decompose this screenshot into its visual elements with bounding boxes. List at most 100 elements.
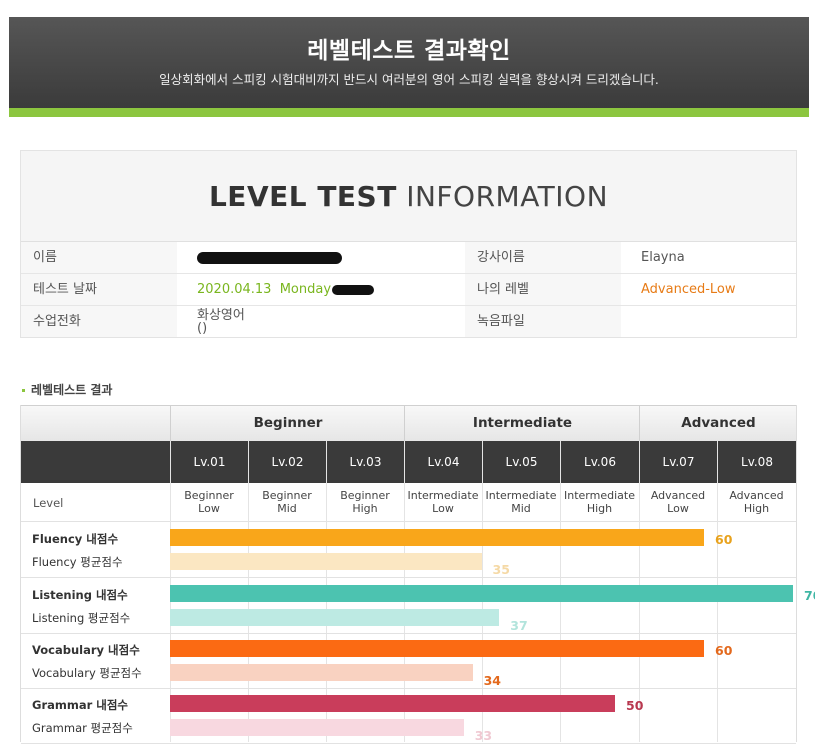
page-subtitle: 일상회화에서 스피킹 시험대비까지 반드시 여러분의 영어 스피킹 실력을 향상… [159, 72, 659, 87]
level-desc-line: Intermediate [485, 489, 557, 502]
level-desc-line: Intermediate [564, 489, 635, 502]
level-header-row: Lv.01 Lv.02 Lv.03 Lv.04 Lv.05 Lv.06 Lv.07 Lv.08 [21, 441, 796, 483]
average-score-bar [170, 664, 473, 681]
date-text: 2020.04.13 Monday [197, 282, 332, 297]
group-header-row: Beginner Intermediate Advanced [21, 405, 796, 442]
bullet-icon [22, 389, 25, 392]
level-header-8: Lv.08 [717, 441, 796, 483]
phone-value-line1: 화상영어 [197, 308, 245, 323]
my-score-label: Listening 내점수 [32, 588, 128, 602]
level-desc-3: Beginner High [326, 489, 404, 515]
average-score-label: Fluency 평균점수 [32, 555, 123, 569]
average-score-value: 33 [474, 728, 493, 743]
accent-bar [9, 108, 809, 117]
level-desc-line: Beginner [262, 489, 312, 502]
info-row-phone: 수업전화 화상영어 () 녹음파일 [21, 306, 796, 337]
level-desc-line: Beginner [184, 489, 234, 502]
level-desc-line: Advanced [650, 489, 706, 502]
average-score-label: Grammar 평균점수 [32, 721, 133, 735]
level-desc-line: Low [198, 502, 220, 515]
average-score-bar [170, 719, 464, 736]
my-score-value: 60 [715, 532, 733, 547]
score-section: Fluency 내점수 Fluency 평균점수 60 35 [21, 522, 796, 578]
group-beginner: Beginner [170, 406, 405, 441]
score-section: Grammar 내점수 Grammar 평균점수 50 33 [21, 688, 796, 744]
level-header-6: Lv.06 [560, 441, 639, 483]
my-score-bar [170, 695, 615, 712]
level-row-label: Level [33, 496, 64, 510]
my-level-label: 나의 레벨 [465, 274, 621, 305]
info-title-bold: LEVEL TEST [208, 180, 397, 213]
date-label: 테스트 날짜 [21, 274, 177, 305]
header-banner: 레벨테스트 결과확인 일상회화에서 스피킹 시험대비까지 반드시 여러분의 영어… [9, 17, 809, 108]
score-section: Listening 내점수 Listening 평균점수 70 37 [21, 578, 815, 634]
level-desc-6: Intermediate High [560, 489, 639, 515]
my-score-label: Grammar 내점수 [32, 698, 129, 712]
my-score-bar [170, 529, 704, 546]
level-desc-line: Mid [277, 502, 297, 515]
level-desc-1: Beginner Low [170, 489, 248, 515]
level-desc-7: Advanced Low [639, 489, 717, 515]
my-score-bar [170, 640, 704, 657]
phone-value-line2: () [197, 321, 208, 336]
level-desc-line: High [586, 502, 613, 515]
recording-value [621, 306, 796, 337]
level-header-3: Lv.03 [326, 441, 404, 483]
name-value [177, 242, 465, 273]
date-value: 2020.04.13 Monday [177, 274, 465, 305]
my-score-value: 70 [804, 588, 815, 603]
my-score-value: 50 [626, 698, 644, 713]
average-score-value: 34 [483, 673, 501, 688]
level-desc-line: Advanced [729, 489, 784, 502]
average-score-label: Vocabulary 평균점수 [32, 666, 142, 680]
level-desc-line: Intermediate [407, 489, 479, 502]
level-desc-2: Beginner Mid [248, 489, 326, 515]
teacher-label: 강사이름 [465, 242, 621, 273]
my-score-label: Fluency 내점수 [32, 532, 119, 546]
average-score-value: 35 [492, 562, 510, 577]
level-desc-line: High [352, 502, 378, 515]
average-score-bar [170, 609, 500, 626]
level-header-4: Lv.04 [404, 441, 482, 483]
level-description-row: Level Beginner Low Beginner Mid Beginner High… [21, 483, 796, 522]
level-header-1: Lv.01 [170, 441, 248, 483]
level-header-2: Lv.02 [248, 441, 326, 483]
my-level-value: Advanced-Low [641, 282, 736, 297]
average-score-bar [170, 553, 482, 570]
info-row-name: 이름 강사이름 Elayna [21, 242, 796, 274]
results-section-title: 레벨테스트 결과 [22, 381, 112, 398]
level-desc-line: Mid [511, 502, 531, 515]
average-score-value: 37 [510, 618, 528, 633]
results-section-title-text: 레벨테스트 결과 [31, 383, 113, 397]
my-score-value: 60 [715, 643, 733, 658]
info-title: LEVEL TEST INFORMATION [21, 180, 796, 213]
my-score-bar [170, 585, 793, 602]
name-label: 이름 [21, 242, 177, 273]
score-section: Vocabulary 내점수 Vocabulary 평균점수 60 34 [21, 633, 796, 689]
teacher-value: Elayna [641, 250, 685, 265]
phone-label: 수업전화 [21, 306, 177, 337]
info-title-light: INFORMATION [396, 180, 609, 213]
group-intermediate: Intermediate [404, 406, 640, 441]
my-score-label: Vocabulary 내점수 [32, 643, 140, 657]
level-test-information-panel: LEVEL TEST INFORMATION 이름 강사이름 Elayna 테스… [20, 150, 797, 338]
level-desc-line: Low [667, 502, 689, 515]
page-title: 레벨테스트 결과확인 [307, 38, 511, 64]
recording-label: 녹음파일 [465, 306, 621, 337]
info-header: LEVEL TEST INFORMATION [21, 151, 796, 242]
level-header-5: Lv.05 [482, 441, 560, 483]
level-desc-line: Beginner [340, 489, 390, 502]
redacted-date [332, 284, 375, 295]
level-desc-line: High [743, 502, 770, 515]
level-desc-line: Low [432, 502, 454, 515]
average-score-label: Listening 평균점수 [32, 611, 131, 625]
group-advanced: Advanced [639, 406, 797, 441]
level-header-7: Lv.07 [639, 441, 717, 483]
redacted-name [197, 251, 342, 264]
level-desc-8: Advanced High [717, 489, 796, 515]
level-results-table: Beginner Intermediate Advanced Lv.01 Lv.0… [20, 405, 815, 744]
phone-value: 화상영어 () [177, 306, 465, 337]
level-desc-4: Intermediate Low [404, 489, 482, 515]
info-row-date: 테스트 날짜 2020.04.13 Monday 나의 레벨 Advanced-… [21, 274, 796, 306]
level-desc-5: Intermediate Mid [482, 489, 560, 515]
